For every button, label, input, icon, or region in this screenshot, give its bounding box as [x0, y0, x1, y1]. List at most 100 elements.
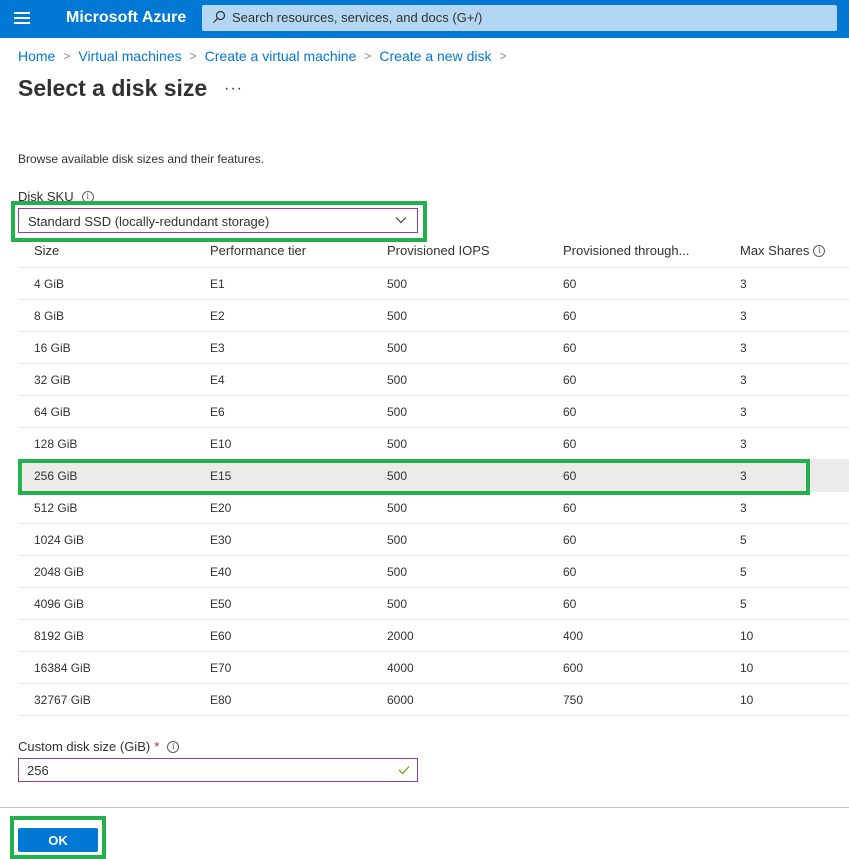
cell-throughput: 750: [563, 693, 584, 707]
cell-iops: 2000: [387, 629, 414, 643]
column-header-throughput[interactable]: Provisioned through...: [563, 243, 689, 258]
cell-iops: 500: [387, 533, 408, 547]
cell-throughput: 600: [563, 661, 584, 675]
info-icon[interactable]: i: [81, 190, 94, 203]
cell-throughput: 60: [563, 277, 577, 291]
cell-throughput: 60: [563, 309, 577, 323]
cell-performance-tier: E2: [210, 309, 225, 323]
cell-size: 64 GiB: [34, 405, 71, 419]
cell-max-shares: 3: [740, 437, 747, 451]
cell-throughput: 60: [563, 501, 577, 515]
cell-size: 16384 GiB: [34, 661, 91, 675]
cell-throughput: 60: [563, 437, 577, 451]
table-row[interactable]: 512 GiB E20 500 60 3: [18, 492, 849, 524]
table-header: Size Performance tier Provisioned IOPS P…: [18, 235, 849, 268]
cell-max-shares: 3: [740, 277, 747, 291]
column-header-iops[interactable]: Provisioned IOPS: [387, 243, 490, 258]
breadcrumb-home[interactable]: Home: [18, 48, 55, 64]
table-row[interactable]: 128 GiB E10 500 60 3: [18, 428, 849, 460]
cell-throughput: 60: [563, 565, 577, 579]
cell-max-shares: 5: [740, 597, 747, 611]
search-input[interactable]: Search resources, services, and docs (G+…: [202, 5, 837, 31]
table-row[interactable]: 32 GiB E4 500 60 3: [18, 364, 849, 396]
chevron-right-icon: >: [189, 49, 197, 63]
cell-throughput: 60: [563, 597, 577, 611]
breadcrumb-create-vm[interactable]: Create a virtual machine: [205, 48, 357, 64]
ok-button[interactable]: OK: [18, 828, 98, 852]
column-header-size[interactable]: Size: [34, 243, 59, 258]
cell-performance-tier: E40: [210, 565, 232, 579]
cell-size: 4 GiB: [34, 277, 65, 291]
custom-disk-size-label-text: Custom disk size (GiB): [18, 739, 151, 754]
cell-max-shares: 10: [740, 693, 754, 707]
table-row[interactable]: 64 GiB E6 500 60 3: [18, 396, 849, 428]
disk-sku-label: Disk SKU i: [18, 189, 94, 204]
cell-max-shares: 3: [740, 341, 747, 355]
cell-max-shares: 5: [740, 565, 747, 579]
disk-sku-value: Standard SSD (locally-redundant storage): [28, 214, 270, 229]
cell-iops: 6000: [387, 693, 414, 707]
cell-size: 8 GiB: [34, 309, 65, 323]
chevron-right-icon: >: [499, 49, 507, 63]
info-icon[interactable]: i: [813, 244, 826, 257]
more-options-button[interactable]: ···: [224, 80, 243, 98]
disk-sku-label-text: Disk SKU: [18, 189, 74, 204]
page-title: Select a disk size: [18, 75, 208, 101]
required-marker: *: [154, 739, 160, 754]
table-row[interactable]: 2048 GiB E40 500 60 5: [18, 556, 849, 588]
custom-disk-size-input[interactable]: [27, 763, 387, 778]
cell-performance-tier: E15: [210, 469, 232, 483]
disk-sku-dropdown[interactable]: Standard SSD (locally-redundant storage): [18, 208, 418, 233]
table-row[interactable]: 4 GiB E1 500 60 3: [18, 268, 849, 300]
table-row[interactable]: 256 GiB E15 500 60 3: [18, 460, 849, 492]
cell-performance-tier: E80: [210, 693, 232, 707]
chevron-right-icon: >: [364, 49, 372, 63]
custom-disk-size-field[interactable]: [18, 758, 418, 782]
cell-performance-tier: E60: [210, 629, 232, 643]
cell-iops: 4000: [387, 661, 414, 675]
cell-size: 32767 GiB: [34, 693, 91, 707]
cell-max-shares: 3: [740, 501, 747, 515]
chevron-down-icon: [395, 217, 407, 224]
table-row[interactable]: 1024 GiB E30 500 60 5: [18, 524, 849, 556]
cell-iops: 500: [387, 437, 408, 451]
cell-size: 8192 GiB: [34, 629, 85, 643]
table-row[interactable]: 16 GiB E3 500 60 3: [18, 332, 849, 364]
breadcrumb-create-disk[interactable]: Create a new disk: [379, 48, 491, 64]
cell-performance-tier: E50: [210, 597, 232, 611]
table-row[interactable]: 32767 GiB E80 6000 750 10: [18, 684, 849, 716]
table-row[interactable]: 16384 GiB E70 4000 600 10: [18, 652, 849, 684]
table-row[interactable]: 8192 GiB E60 2000 400 10: [18, 620, 849, 652]
cell-performance-tier: E4: [210, 373, 225, 387]
breadcrumb-virtual-machines[interactable]: Virtual machines: [78, 48, 181, 64]
column-header-performance-tier[interactable]: Performance tier: [210, 243, 306, 258]
table-body: 4 GiB E1 500 60 3 8 GiB E2 500 60 3 16 GiB E3 500 60 3…: [18, 268, 849, 716]
info-icon[interactable]: i: [167, 740, 180, 753]
cell-throughput: 60: [563, 341, 577, 355]
cell-max-shares: 3: [740, 309, 747, 323]
cell-max-shares: 3: [740, 373, 747, 387]
hamburger-menu-icon[interactable]: [14, 12, 30, 26]
cell-performance-tier: E10: [210, 437, 232, 451]
search-placeholder: Search resources, services, and docs (G+…: [232, 10, 483, 25]
brand-title[interactable]: Microsoft Azure: [66, 9, 186, 27]
chevron-right-icon: >: [63, 49, 71, 63]
cell-performance-tier: E30: [210, 533, 232, 547]
cell-iops: 500: [387, 277, 408, 291]
table-row[interactable]: 4096 GiB E50 500 60 5: [18, 588, 849, 620]
cell-iops: 500: [387, 373, 408, 387]
cell-iops: 500: [387, 309, 408, 323]
disk-size-table: Size Performance tier Provisioned IOPS P…: [18, 235, 849, 716]
cell-throughput: 400: [563, 629, 584, 643]
cell-max-shares: 3: [740, 469, 747, 483]
cell-iops: 500: [387, 341, 408, 355]
cell-size: 4096 GiB: [34, 597, 85, 611]
column-header-max-shares[interactable]: Max Shares i: [740, 243, 826, 258]
cell-max-shares: 10: [740, 661, 754, 675]
cell-iops: 500: [387, 469, 408, 483]
cell-size: 1024 GiB: [34, 533, 85, 547]
table-row[interactable]: 8 GiB E2 500 60 3: [18, 300, 849, 332]
cell-iops: 500: [387, 405, 408, 419]
cell-performance-tier: E3: [210, 341, 225, 355]
cell-size: 2048 GiB: [34, 565, 85, 579]
